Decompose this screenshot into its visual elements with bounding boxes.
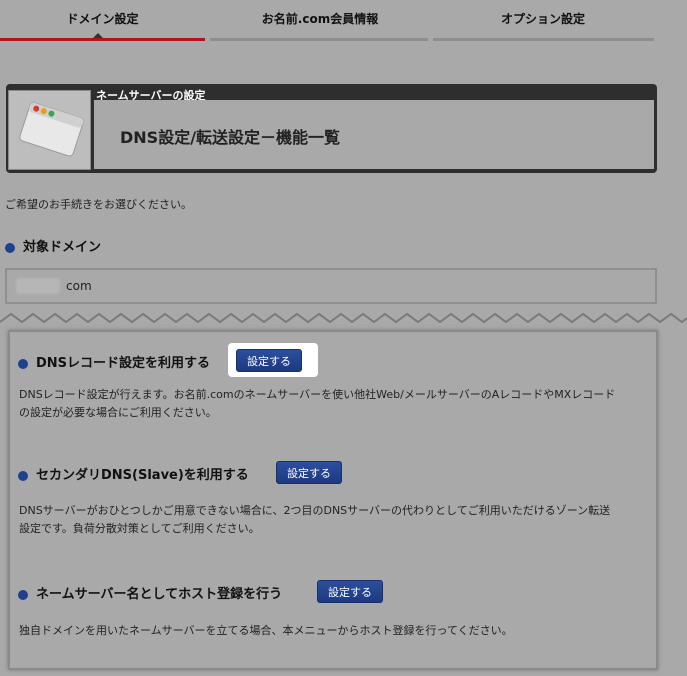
option-title-text: ネームサーバー名としてホスト登録を行う: [36, 587, 283, 602]
tab-bar: ドメイン設定 お名前.com会員情報 オプション設定: [0, 0, 687, 42]
bullet-icon: [18, 358, 28, 369]
target-domain-box: [5, 268, 657, 304]
option-title-text: セカンダリDNS(Slave)を利用する: [36, 468, 249, 483]
tab-option-settings[interactable]: オプション設定: [432, 10, 654, 27]
browser-window-icon: [8, 90, 91, 170]
bullet-icon: [18, 589, 28, 600]
torn-edge-divider: [0, 312, 687, 324]
option-dns-record-title: DNSレコード設定を利用する: [18, 352, 210, 371]
tab-underline: [210, 38, 428, 41]
active-tab-underline: [0, 38, 205, 41]
description-line: の設定が必要な場合にご利用ください。: [19, 406, 217, 419]
target-domain-heading: 対象ドメイン: [5, 236, 101, 255]
description-line: 独自ドメインを用いたネームサーバーを立てる場合、本メニューからホスト登録を行って…: [19, 624, 513, 637]
description-line: 設定です。負荷分散対策としてご利用ください。: [19, 522, 260, 535]
option-secondary-dns-title: セカンダリDNS(Slave)を利用する: [18, 464, 249, 483]
option-dns-record-description: DNSレコード設定が行えます。お名前.comのネームサーバーを使い他社Web/メ…: [19, 386, 649, 422]
dns-record-settings-button[interactable]: 設定する: [236, 349, 302, 372]
description-line: DNSレコード設定が行えます。お名前.comのネームサーバーを使い他社Web/メ…: [19, 388, 616, 401]
domain-suffix: com: [66, 279, 92, 293]
bullet-icon: [5, 242, 15, 253]
intro-text: ご希望のお手続きをお選びください。: [5, 198, 192, 211]
tab-domain-settings[interactable]: ドメイン設定: [0, 10, 205, 27]
secondary-dns-settings-button[interactable]: 設定する: [276, 461, 342, 484]
tab-member-info[interactable]: お名前.com会員情報: [215, 10, 425, 27]
redacted-domain-name: [16, 278, 60, 294]
option-title-text: DNSレコード設定を利用する: [36, 356, 211, 371]
options-panel: [8, 330, 658, 670]
option-host-registration-description: 独自ドメインを用いたネームサーバーを立てる場合、本メニューからホスト登録を行って…: [19, 622, 649, 640]
bullet-icon: [18, 470, 28, 481]
option-secondary-dns-description: DNSサーバーがおひとつしかご用意できない場合に、2つ目のDNSサーバーの代わり…: [19, 502, 649, 538]
host-registration-settings-button[interactable]: 設定する: [317, 580, 383, 603]
tab-underline: [433, 38, 654, 41]
page-title: DNS設定/転送設定－機能一覧: [120, 128, 341, 147]
target-domain-heading-text: 対象ドメイン: [23, 240, 102, 255]
description-line: DNSサーバーがおひとつしかご用意できない場合に、2つ目のDNSサーバーの代わり…: [19, 504, 611, 517]
option-host-registration-title: ネームサーバー名としてホスト登録を行う: [18, 583, 282, 602]
